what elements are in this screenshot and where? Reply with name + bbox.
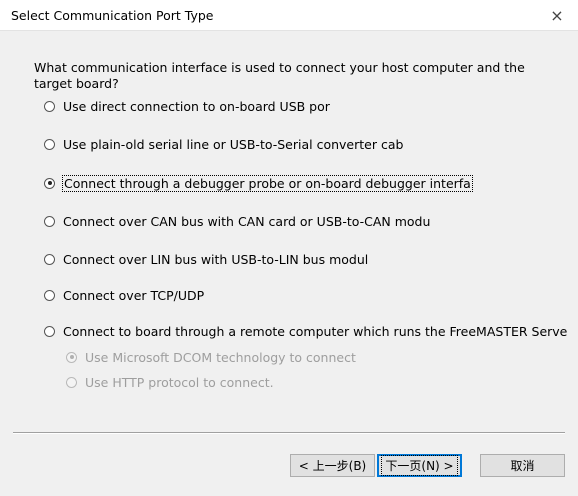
radio-option-usb[interactable]: Use direct connection to on-board USB po…	[44, 97, 330, 115]
radio-option-dcom: Use Microsoft DCOM technology to connect	[66, 348, 356, 366]
radio-label[interactable]: Connect to board through a remote comput…	[63, 324, 567, 339]
radio-label: Use Microsoft DCOM technology to connect	[85, 349, 356, 365]
back-button[interactable]: < 上一步(B)	[290, 454, 375, 477]
radio-label: Use HTTP protocol to connect.	[85, 374, 274, 390]
radio-option-can[interactable]: Connect over CAN bus with CAN card or US…	[44, 212, 430, 230]
radio-icon	[66, 376, 77, 388]
radio-option-http: Use HTTP protocol to connect.	[66, 373, 274, 391]
cancel-button[interactable]: 取消	[480, 454, 565, 477]
next-button[interactable]: 下一页(N) >	[377, 454, 462, 477]
radio-icon[interactable]	[44, 100, 55, 112]
window-title: Select Communication Port Type	[11, 8, 214, 23]
radio-option-serial[interactable]: Use plain-old serial line or USB-to-Seri…	[44, 135, 403, 153]
radio-icon[interactable]	[44, 138, 55, 150]
radio-option-tcp[interactable]: Connect over TCP/UDP	[44, 286, 204, 304]
radio-label[interactable]: Use direct connection to on-board USB po…	[63, 99, 330, 114]
radio-icon[interactable]	[44, 289, 55, 301]
close-button[interactable]: ×	[536, 0, 578, 30]
radio-label[interactable]: Connect over TCP/UDP	[63, 288, 204, 303]
divider	[13, 432, 565, 434]
back-button-label: < 上一步(B)	[298, 459, 367, 473]
radio-option-remote[interactable]: Connect to board through a remote comput…	[44, 322, 567, 340]
radio-option-debugger[interactable]: Connect through a debugger probe or on-b…	[44, 174, 473, 192]
radio-option-lin[interactable]: Connect over LIN bus with USB-to-LIN bus…	[44, 250, 368, 268]
radio-selected-icon	[66, 351, 77, 363]
next-button-label: 下一页(N) >	[381, 455, 458, 476]
radio-label[interactable]: Connect over CAN bus with CAN card or US…	[63, 214, 430, 229]
radio-label[interactable]: Connect over LIN bus with USB-to-LIN bus…	[63, 252, 368, 267]
close-icon: ×	[550, 5, 564, 25]
radio-selected-icon[interactable]	[44, 177, 55, 189]
title-bar: Select Communication Port Type ×	[0, 0, 578, 31]
radio-label[interactable]: Connect through a debugger probe or on-b…	[62, 174, 473, 192]
radio-icon[interactable]	[44, 325, 55, 337]
radio-icon[interactable]	[44, 253, 55, 265]
question-prompt: What communication interface is used to …	[34, 60, 525, 91]
radio-label[interactable]: Use plain-old serial line or USB-to-Seri…	[63, 137, 403, 152]
cancel-button-label: 取消	[510, 459, 535, 473]
radio-icon[interactable]	[44, 215, 55, 227]
